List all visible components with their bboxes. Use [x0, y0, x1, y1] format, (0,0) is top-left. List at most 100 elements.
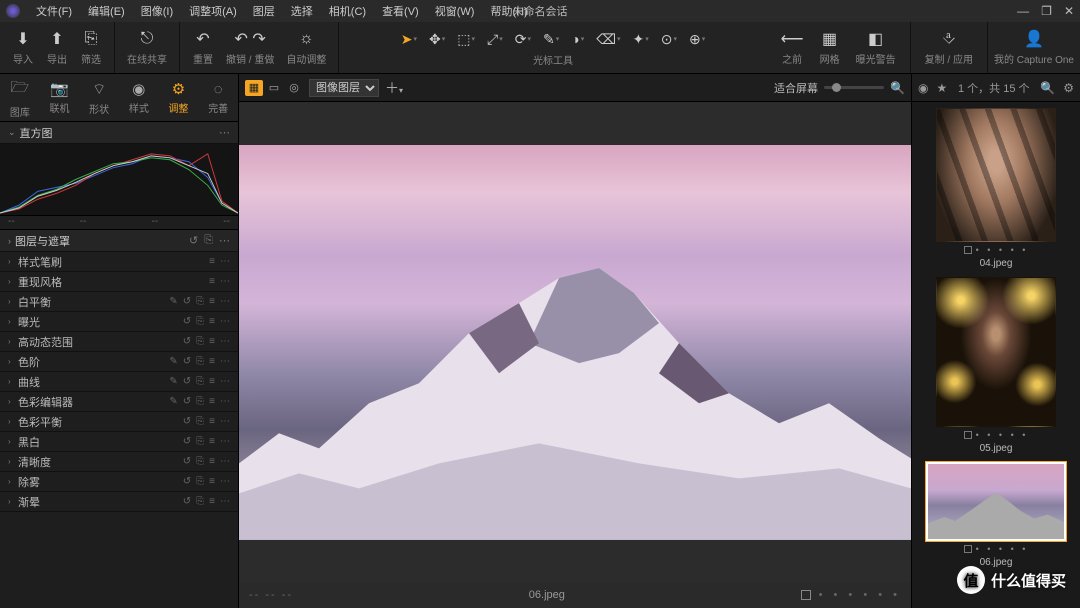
- reset-icon[interactable]: ↺: [189, 234, 198, 247]
- view-mode-proof-icon[interactable]: ◎: [285, 80, 303, 96]
- tool-重现风格[interactable]: ›重现风格≡⋯: [0, 272, 238, 292]
- tool-ctrl[interactable]: ≡: [209, 456, 215, 467]
- tool-ctrl[interactable]: ⋯: [220, 456, 230, 467]
- tool-ctrl[interactable]: ⋯: [220, 296, 230, 307]
- star-filter-icon[interactable]: ★: [936, 81, 947, 95]
- tooltab-形状[interactable]: ⌔形状: [79, 74, 119, 121]
- tool-ctrl[interactable]: ⎘: [196, 336, 204, 347]
- tool-ctrl[interactable]: ⎘: [196, 436, 204, 447]
- tooltab-调整[interactable]: ⚙调整: [159, 74, 199, 121]
- cursor-tool-6[interactable]: ◑▾: [568, 29, 587, 50]
- copy-apply-button[interactable]: ⎀ 复制 / 应用: [919, 27, 979, 68]
- tool-ctrl[interactable]: ⋯: [220, 356, 230, 367]
- tool-ctrl[interactable]: ⎘: [196, 316, 204, 327]
- tb-曝光警告[interactable]: ◧曝光警告: [850, 27, 902, 68]
- cursor-tool-7[interactable]: ⌫▾: [593, 29, 623, 50]
- tool-ctrl[interactable]: ⋯: [220, 376, 230, 387]
- tool-渐晕[interactable]: ›渐晕↺⎘≡⋯: [0, 492, 238, 512]
- tool-ctrl[interactable]: ⋯: [220, 256, 230, 267]
- tool-ctrl[interactable]: ↺: [183, 396, 191, 407]
- tool-ctrl[interactable]: ⋯: [220, 316, 230, 327]
- tb-自动调整[interactable]: ☼自动调整: [282, 27, 330, 68]
- rating-box-icon[interactable]: [801, 590, 811, 600]
- thumb-image[interactable]: [936, 277, 1056, 427]
- cursor-tool-4[interactable]: ⟳▾: [512, 29, 534, 50]
- cursor-tool-10[interactable]: ⊕▾: [686, 29, 708, 50]
- tool-ctrl[interactable]: ↺: [183, 356, 191, 367]
- thumb-04.jpeg[interactable]: • • • • • 04.jpeg: [926, 108, 1066, 269]
- my-account-button[interactable]: 👤 我的 Capture One: [988, 27, 1080, 68]
- tool-ctrl[interactable]: ✎: [169, 356, 177, 367]
- thumb-05.jpeg[interactable]: • • • • • 05.jpeg: [926, 277, 1066, 454]
- tool-黑白[interactable]: ›黑白↺⎘≡⋯: [0, 432, 238, 452]
- menu-视窗(W)[interactable]: 视窗(W): [427, 0, 483, 22]
- zoom-fit-label[interactable]: 适合屏幕: [774, 80, 818, 96]
- tooltab-联机[interactable]: 📷联机: [40, 74, 80, 121]
- tool-ctrl[interactable]: ⋯: [220, 396, 230, 407]
- tool-ctrl[interactable]: ⎘: [196, 376, 204, 387]
- cursor-tool-1[interactable]: ✥▾: [426, 29, 448, 50]
- tool-ctrl[interactable]: ↺: [183, 436, 191, 447]
- thumb-06.jpeg[interactable]: • • • • • 06.jpeg: [926, 462, 1066, 568]
- tb-重置[interactable]: ↶重置: [188, 27, 218, 68]
- menu-选择[interactable]: 选择: [283, 0, 321, 22]
- tool-ctrl[interactable]: ⋯: [220, 476, 230, 487]
- histogram-header[interactable]: ⌄ 直方图 ⋯: [0, 122, 238, 144]
- tool-ctrl[interactable]: ≡: [209, 416, 215, 427]
- tool-ctrl[interactable]: ≡: [209, 256, 215, 267]
- tool-ctrl[interactable]: ≡: [209, 396, 215, 407]
- tool-清晰度[interactable]: ›清晰度↺⎘≡⋯: [0, 452, 238, 472]
- tool-ctrl[interactable]: ⎘: [196, 396, 204, 407]
- minimize-button[interactable]: —: [1017, 4, 1029, 18]
- menu-调整项(A)[interactable]: 调整项(A): [181, 0, 245, 22]
- cursor-tool-9[interactable]: ⊙▾: [658, 29, 680, 50]
- settings-icon[interactable]: ⚙: [1063, 81, 1074, 95]
- tooltab-样式[interactable]: ◉样式: [119, 74, 159, 121]
- tool-曝光[interactable]: ›曝光↺⎘≡⋯: [0, 312, 238, 332]
- tool-ctrl[interactable]: ⎘: [196, 416, 204, 427]
- thumb-image[interactable]: [926, 462, 1066, 541]
- tool-ctrl[interactable]: ✎: [169, 296, 177, 307]
- tool-ctrl[interactable]: ⎘: [196, 356, 204, 367]
- cursor-tool-3[interactable]: ⤢▾: [484, 29, 506, 50]
- tool-ctrl[interactable]: ≡: [209, 476, 215, 487]
- tooltab-完善[interactable]: ◌完善: [198, 74, 238, 121]
- tool-ctrl[interactable]: ≡: [209, 336, 215, 347]
- panel-menu-icon[interactable]: ⋯: [219, 126, 230, 139]
- tooltab-图库[interactable]: 🗁图库: [0, 74, 40, 121]
- tool-ctrl[interactable]: ↺: [183, 376, 191, 387]
- tb-导出[interactable]: ⬆导出: [42, 27, 72, 68]
- thumb-image[interactable]: [936, 108, 1056, 242]
- zoom-slider[interactable]: [824, 86, 884, 89]
- visibility-icon[interactable]: ◉: [918, 81, 928, 95]
- tool-ctrl[interactable]: ↺: [183, 456, 191, 467]
- tool-ctrl[interactable]: ≡: [209, 496, 215, 507]
- cursor-tool-5[interactable]: ✎▾: [540, 29, 562, 50]
- search-icon[interactable]: 🔍: [890, 81, 905, 95]
- tb-撤销 / 重做[interactable]: ↶ ↷撤销 / 重做: [222, 27, 278, 68]
- tool-ctrl[interactable]: ⎘: [196, 456, 204, 467]
- tool-ctrl[interactable]: ⎘: [196, 476, 204, 487]
- tool-ctrl[interactable]: ↺: [183, 296, 191, 307]
- tool-ctrl[interactable]: ≡: [209, 316, 215, 327]
- online-share-button[interactable]: ⎋ 在线共享: [123, 27, 171, 68]
- menu-查看(V)[interactable]: 查看(V): [374, 0, 427, 22]
- panel-menu-icon[interactable]: ⋯: [219, 234, 230, 247]
- tool-ctrl[interactable]: ↺: [183, 476, 191, 487]
- tool-曲线[interactable]: ›曲线✎↺⎘≡⋯: [0, 372, 238, 392]
- tb-之前[interactable]: ⟵之前: [775, 27, 810, 68]
- main-image[interactable]: [239, 145, 911, 540]
- color-tag-dots[interactable]: • • • • • •: [819, 589, 901, 601]
- add-layer-icon[interactable]: ＋▾: [385, 78, 403, 98]
- tool-高动态范围[interactable]: ›高动态范围↺⎘≡⋯: [0, 332, 238, 352]
- tool-除雾[interactable]: ›除雾↺⎘≡⋯: [0, 472, 238, 492]
- search-icon[interactable]: 🔍: [1040, 81, 1055, 95]
- tb-导入[interactable]: ⬇导入: [8, 27, 38, 68]
- tool-ctrl[interactable]: ≡: [209, 356, 215, 367]
- tb-筛选[interactable]: ⎘筛选: [76, 27, 106, 68]
- tool-ctrl[interactable]: ⋯: [220, 436, 230, 447]
- menu-相机(C)[interactable]: 相机(C): [321, 0, 374, 22]
- layer-select[interactable]: 图像图层: [309, 79, 379, 97]
- tool-白平衡[interactable]: ›白平衡✎↺⎘≡⋯: [0, 292, 238, 312]
- menu-编辑(E)[interactable]: 编辑(E): [80, 0, 133, 22]
